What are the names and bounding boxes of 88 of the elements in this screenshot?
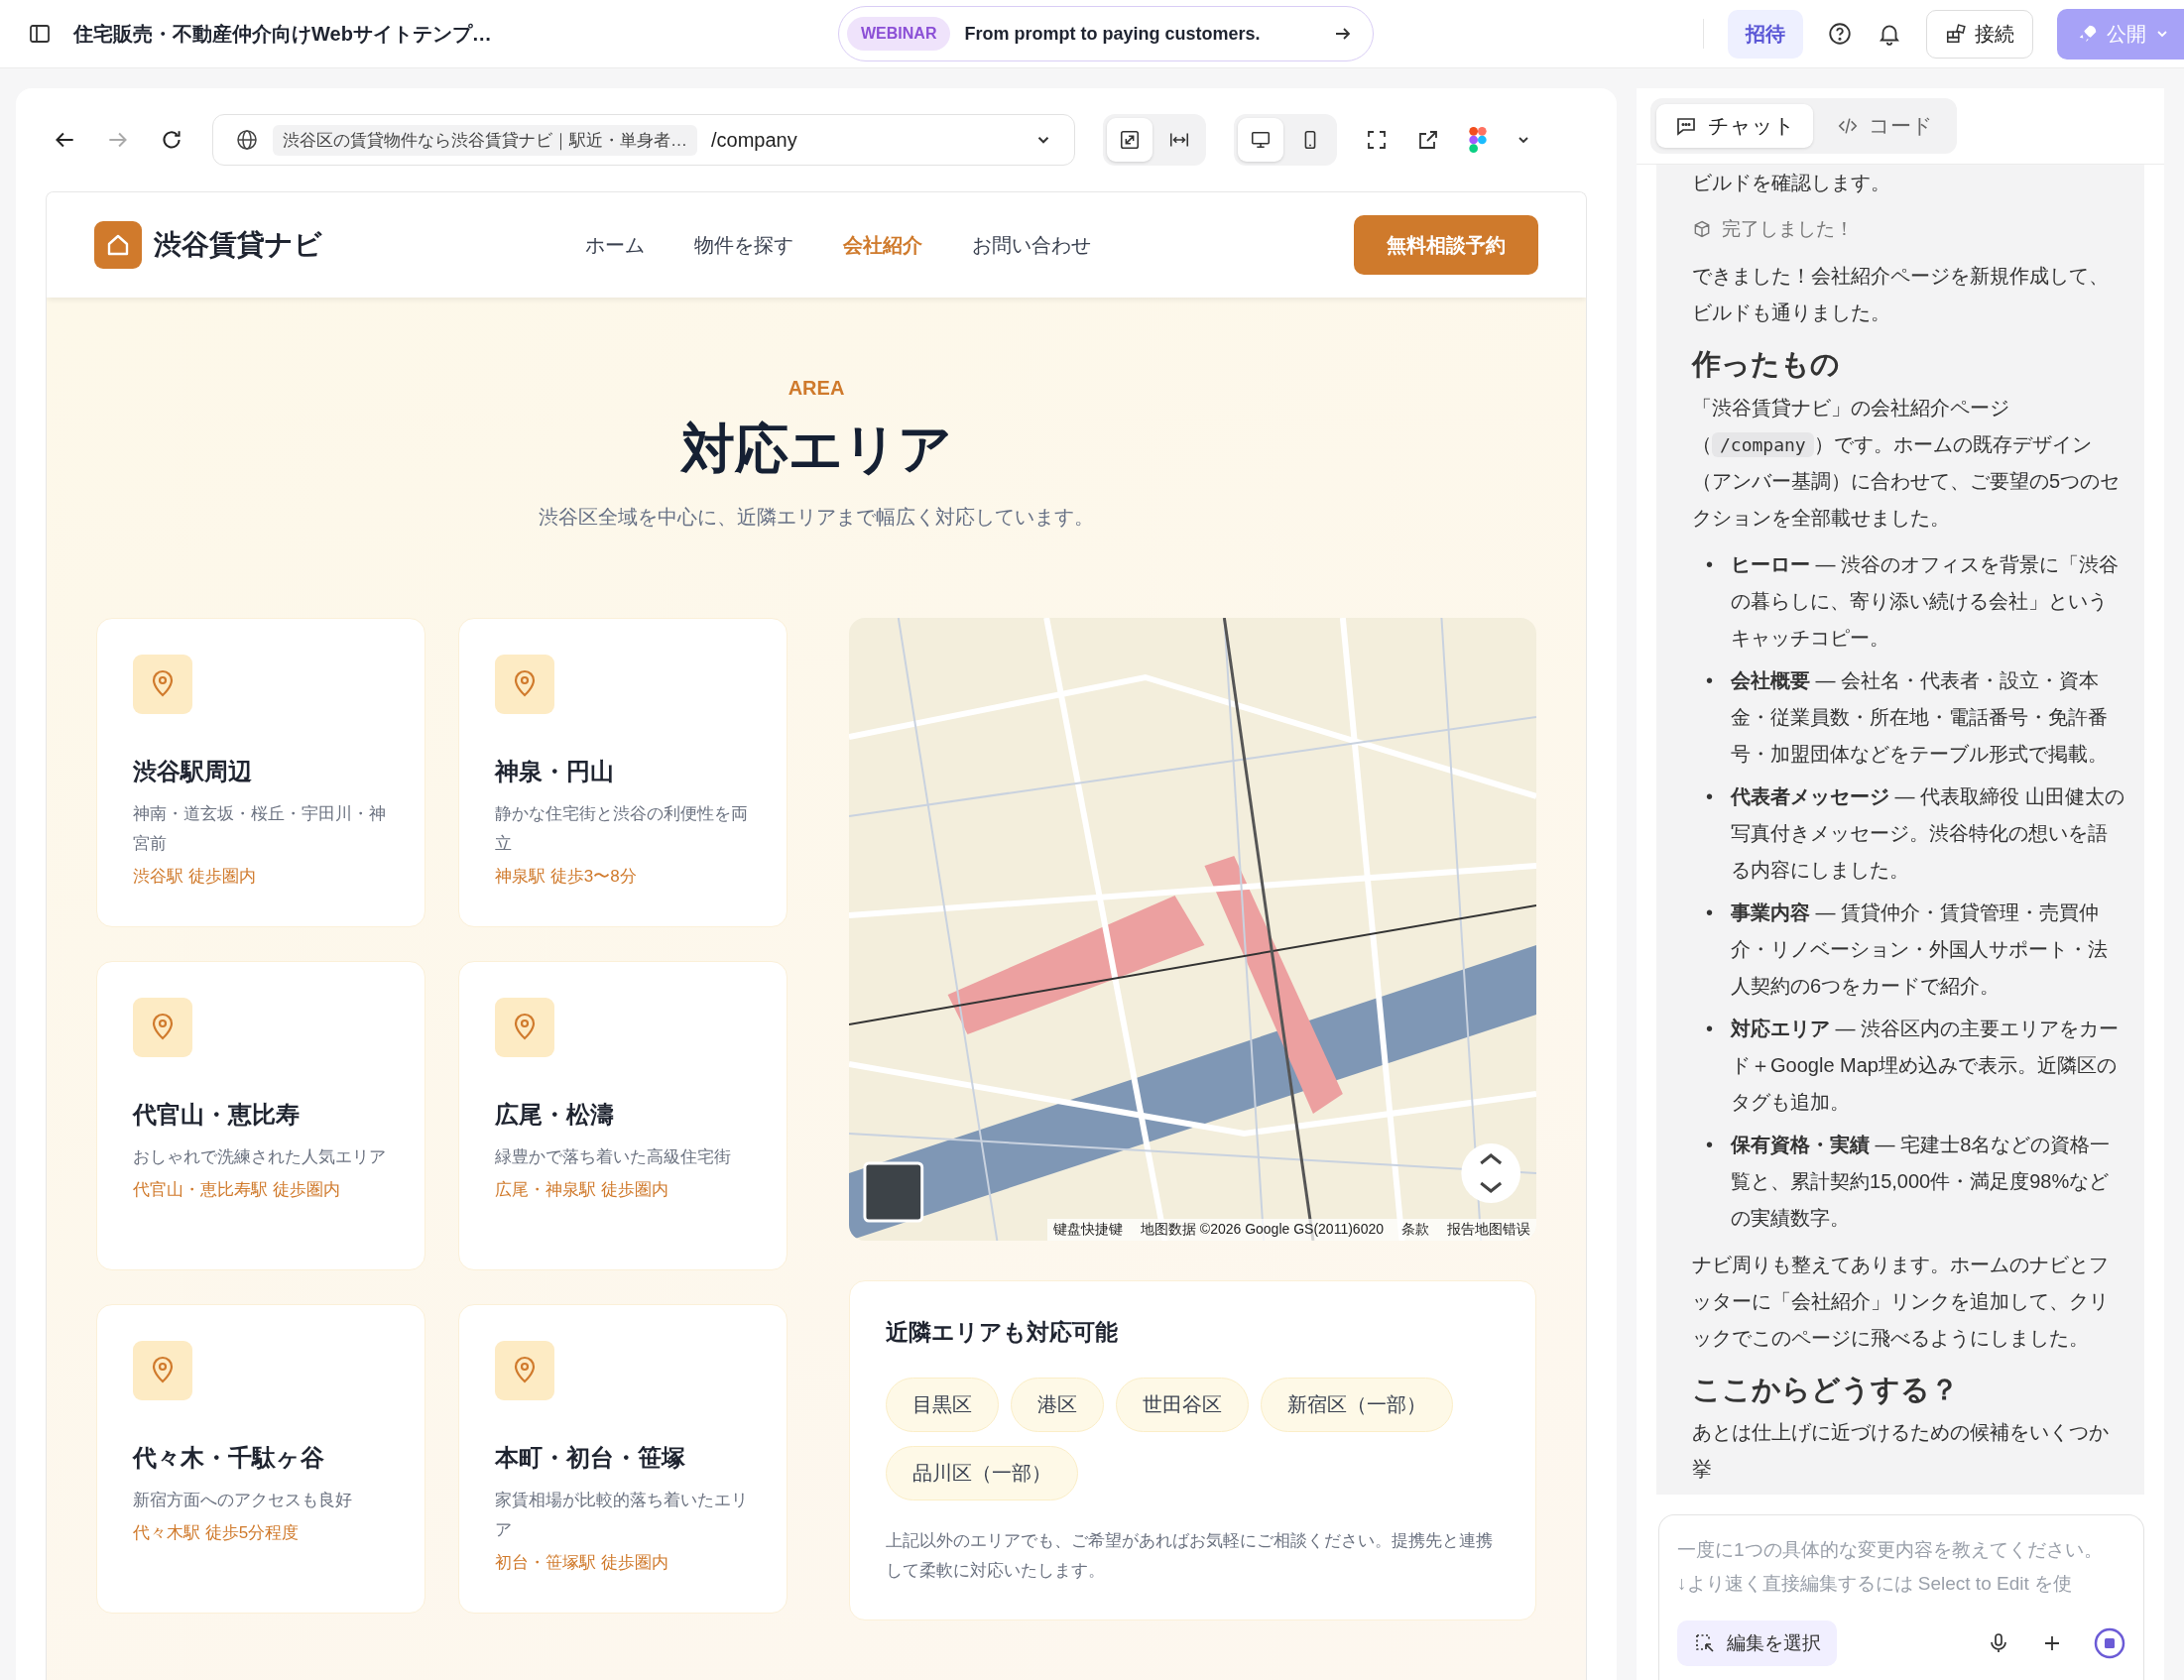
chat-message: ビルドを確認します。: [1692, 171, 1891, 195]
location-pin-icon: [495, 655, 554, 714]
area-description: 緑豊かで落ち着いた高級住宅街: [495, 1146, 732, 1168]
bullet-item: 保有資格・実績 — 宅建士8名などの資格一覧と、累計契約15,000件・満足度98%などの実績数字。: [1731, 1132, 2112, 1231]
area-description: 新宿方面へのアクセスも良好: [133, 1490, 353, 1511]
invite-button[interactable]: 招待: [1728, 9, 1803, 59]
chat-message: できました！会社紹介ページを新規作成して、ビルドも通りました。: [1692, 264, 2110, 326]
area-tag: 新宿区（一部）: [1261, 1378, 1453, 1432]
nav-link[interactable]: お問い合わせ: [972, 231, 1091, 259]
map-attribution-link[interactable]: 键盘快捷键: [1052, 1221, 1123, 1239]
home-logo-icon: [94, 221, 142, 269]
section-title: 対応エリア: [680, 418, 952, 480]
area-access: 初台・笹塚駅 徒歩圏内: [495, 1551, 669, 1574]
monitor-icon: [1250, 129, 1272, 151]
location-pin-icon: [133, 1341, 192, 1400]
location-pin-icon: [495, 1341, 554, 1400]
bullet-item: 対応エリア — 渋谷区内の主要エリアをカード＋Google Map埋め込みで表示。近隣区のタグも追加。: [1731, 1016, 2121, 1115]
bullet-item: 会社概要 — 会社名・代表者・設立・資本金・従業員数・所在地・電話番号・免許番号・加盟団体などをテーブル形式で掲載。: [1731, 667, 2109, 767]
sidebar-toggle-icon[interactable]: [28, 22, 52, 46]
area-access: 代々木駅 徒歩5分程度: [133, 1521, 301, 1544]
bullet-marker: •: [1706, 783, 1713, 809]
fullscreen-icon[interactable]: [1365, 128, 1389, 152]
select-to-edit-button[interactable]: 編集を選択: [1677, 1620, 1837, 1666]
area-tag: 港区: [1011, 1378, 1104, 1432]
area-access: 渋谷駅 徒歩圏内: [133, 865, 257, 888]
nearby-title: 近隣エリアも対応可能: [886, 1318, 1119, 1347]
area-description: 静かな住宅街と渋谷の利便性を両立: [495, 803, 749, 855]
area-name: 本町・初台・笹塚: [495, 1443, 686, 1473]
cube-icon: [1692, 218, 1712, 239]
bullet-marker: •: [1706, 667, 1713, 693]
nav-link[interactable]: ホーム: [585, 231, 645, 259]
area-access: 広尾・神泉駅 徒歩圏内: [495, 1178, 669, 1201]
help-icon[interactable]: [1827, 21, 1853, 47]
bullet-marker: •: [1706, 1132, 1713, 1157]
nav-link[interactable]: 物件を探す: [694, 231, 793, 259]
chat-heading: 作ったもの: [1692, 347, 1841, 383]
url-bar[interactable]: 渋谷区の賃貸物件なら渋谷賃貸ナビ｜駅近・単身者… /company: [212, 114, 1075, 166]
connect-button[interactable]: 接続: [1926, 9, 2033, 59]
status-text: 完了しました！: [1722, 217, 1854, 241]
rocket-icon: [2077, 23, 2099, 45]
nearby-note: 上記以外のエリアでも、ご希望があればお気軽にご相談ください。提携先と連携して柔軟に対応いたします。: [886, 1530, 1494, 1582]
section-eyebrow: AREA: [788, 377, 845, 400]
panel-tab[interactable]: コード: [1819, 104, 1951, 148]
bullet-item: 事業内容 — 賃貸仲介・賃貸管理・売買仲介・リノベーション・外国人サポート・法人契約の6つをカードで紹介。: [1731, 900, 2109, 999]
location-pin-icon: [495, 998, 554, 1057]
area-tag: 世田谷区: [1116, 1378, 1249, 1432]
chat-message: あとは仕上げに近づけるための候補をいくつか挙: [1692, 1419, 2110, 1482]
resize-icon: [1119, 129, 1141, 151]
bullet-marker: •: [1706, 900, 1713, 925]
message-input[interactable]: 一度に1つの具体的な変更内容を教えてください。 ↓より速く直接編集するには Select to Edit を使: [1677, 1533, 2125, 1609]
fit-width-button[interactable]: [1107, 118, 1153, 162]
location-pin-icon: [133, 655, 192, 714]
map-attribution-link[interactable]: 条款: [1401, 1221, 1429, 1239]
blocks-icon: [1945, 23, 1967, 45]
map-attribution-link[interactable]: 地图数据 ©2026 Google GS(2011)6020: [1140, 1221, 1384, 1239]
area-access: 代官山・恵比寿駅 徒歩圏内: [133, 1178, 341, 1201]
bullet-marker: •: [1706, 551, 1713, 577]
design-tool-logo-icon[interactable]: [1468, 127, 1488, 153]
promo-text: From prompt to paying customers.: [964, 23, 1262, 45]
bullet-marker: •: [1706, 1016, 1713, 1041]
bullet-item: ヒーロー — 渋谷のオフィスを背景に「渋谷の暮らしに、寄り添い続ける会社」というキャッチコピー。: [1731, 551, 2121, 651]
area-access: 神泉駅 徒歩3〜8分: [495, 865, 638, 888]
location-pin-icon: [133, 998, 192, 1057]
stop-icon[interactable]: [2094, 1627, 2125, 1659]
area-description: 家賃相場が比較的落ち着いたエリア: [495, 1490, 749, 1541]
area-name: 広尾・松濤: [495, 1100, 615, 1130]
project-title: 住宅販売・不動産仲介向けWebサイトテンプ…: [73, 21, 492, 47]
chat-message: 「渋谷賃貸ナビ」の会社紹介ページ（ /company ）です。ホームの既存デザイン（アンバー基調）に合わせて、ご要望の5つのセクションを全部載せました。: [1692, 395, 2122, 531]
section-subtitle: 渋谷区全域を中心に、近隣エリアまで幅広く対応しています。: [539, 505, 1094, 530]
external-link-icon[interactable]: [1416, 128, 1440, 152]
area-description: 神南・道玄坂・桜丘・宇田川・神宮前: [133, 803, 387, 855]
bullet-item: 代表者メッセージ — 代表取締役 山田健太の写真付きメッセージ。渋谷特化の想いを語る内容にしました。: [1731, 783, 2125, 883]
area-description: おしゃれで洗練された人気エリア: [133, 1146, 387, 1168]
chat-heading: ここからどうする？: [1692, 1372, 1960, 1407]
chat-input-box[interactable]: 一度に1つの具体的な変更内容を教えてください。 ↓より速く直接編集するには Select to Edit を使 編集を選択: [1658, 1514, 2144, 1680]
map-attribution-link[interactable]: 报告地图错误: [1447, 1221, 1530, 1239]
webinar-badge: WEBINAR: [847, 17, 951, 51]
area-tag: 目黒区: [886, 1378, 999, 1432]
panel-tab[interactable]: チャット: [1656, 104, 1813, 148]
brand-name: 渋谷賃貸ナビ: [154, 228, 322, 262]
area-tag: 品川区（一部）: [886, 1446, 1078, 1500]
chat-message: ナビ周りも整えてあります。ホームのナビとフッターに「会社紹介」リンクを追加して、クリックでこのページに飛べるようにしました。: [1692, 1252, 2110, 1351]
map-drawing[interactable]: [849, 618, 1536, 1241]
area-name: 神泉・円山: [495, 757, 615, 786]
area-name: 代々木・千駄ヶ谷: [133, 1443, 325, 1473]
area-name: 代官山・恵比寿: [133, 1100, 301, 1130]
area-name: 渋谷駅周辺: [133, 757, 253, 786]
desktop-view-button[interactable]: [1238, 118, 1283, 162]
